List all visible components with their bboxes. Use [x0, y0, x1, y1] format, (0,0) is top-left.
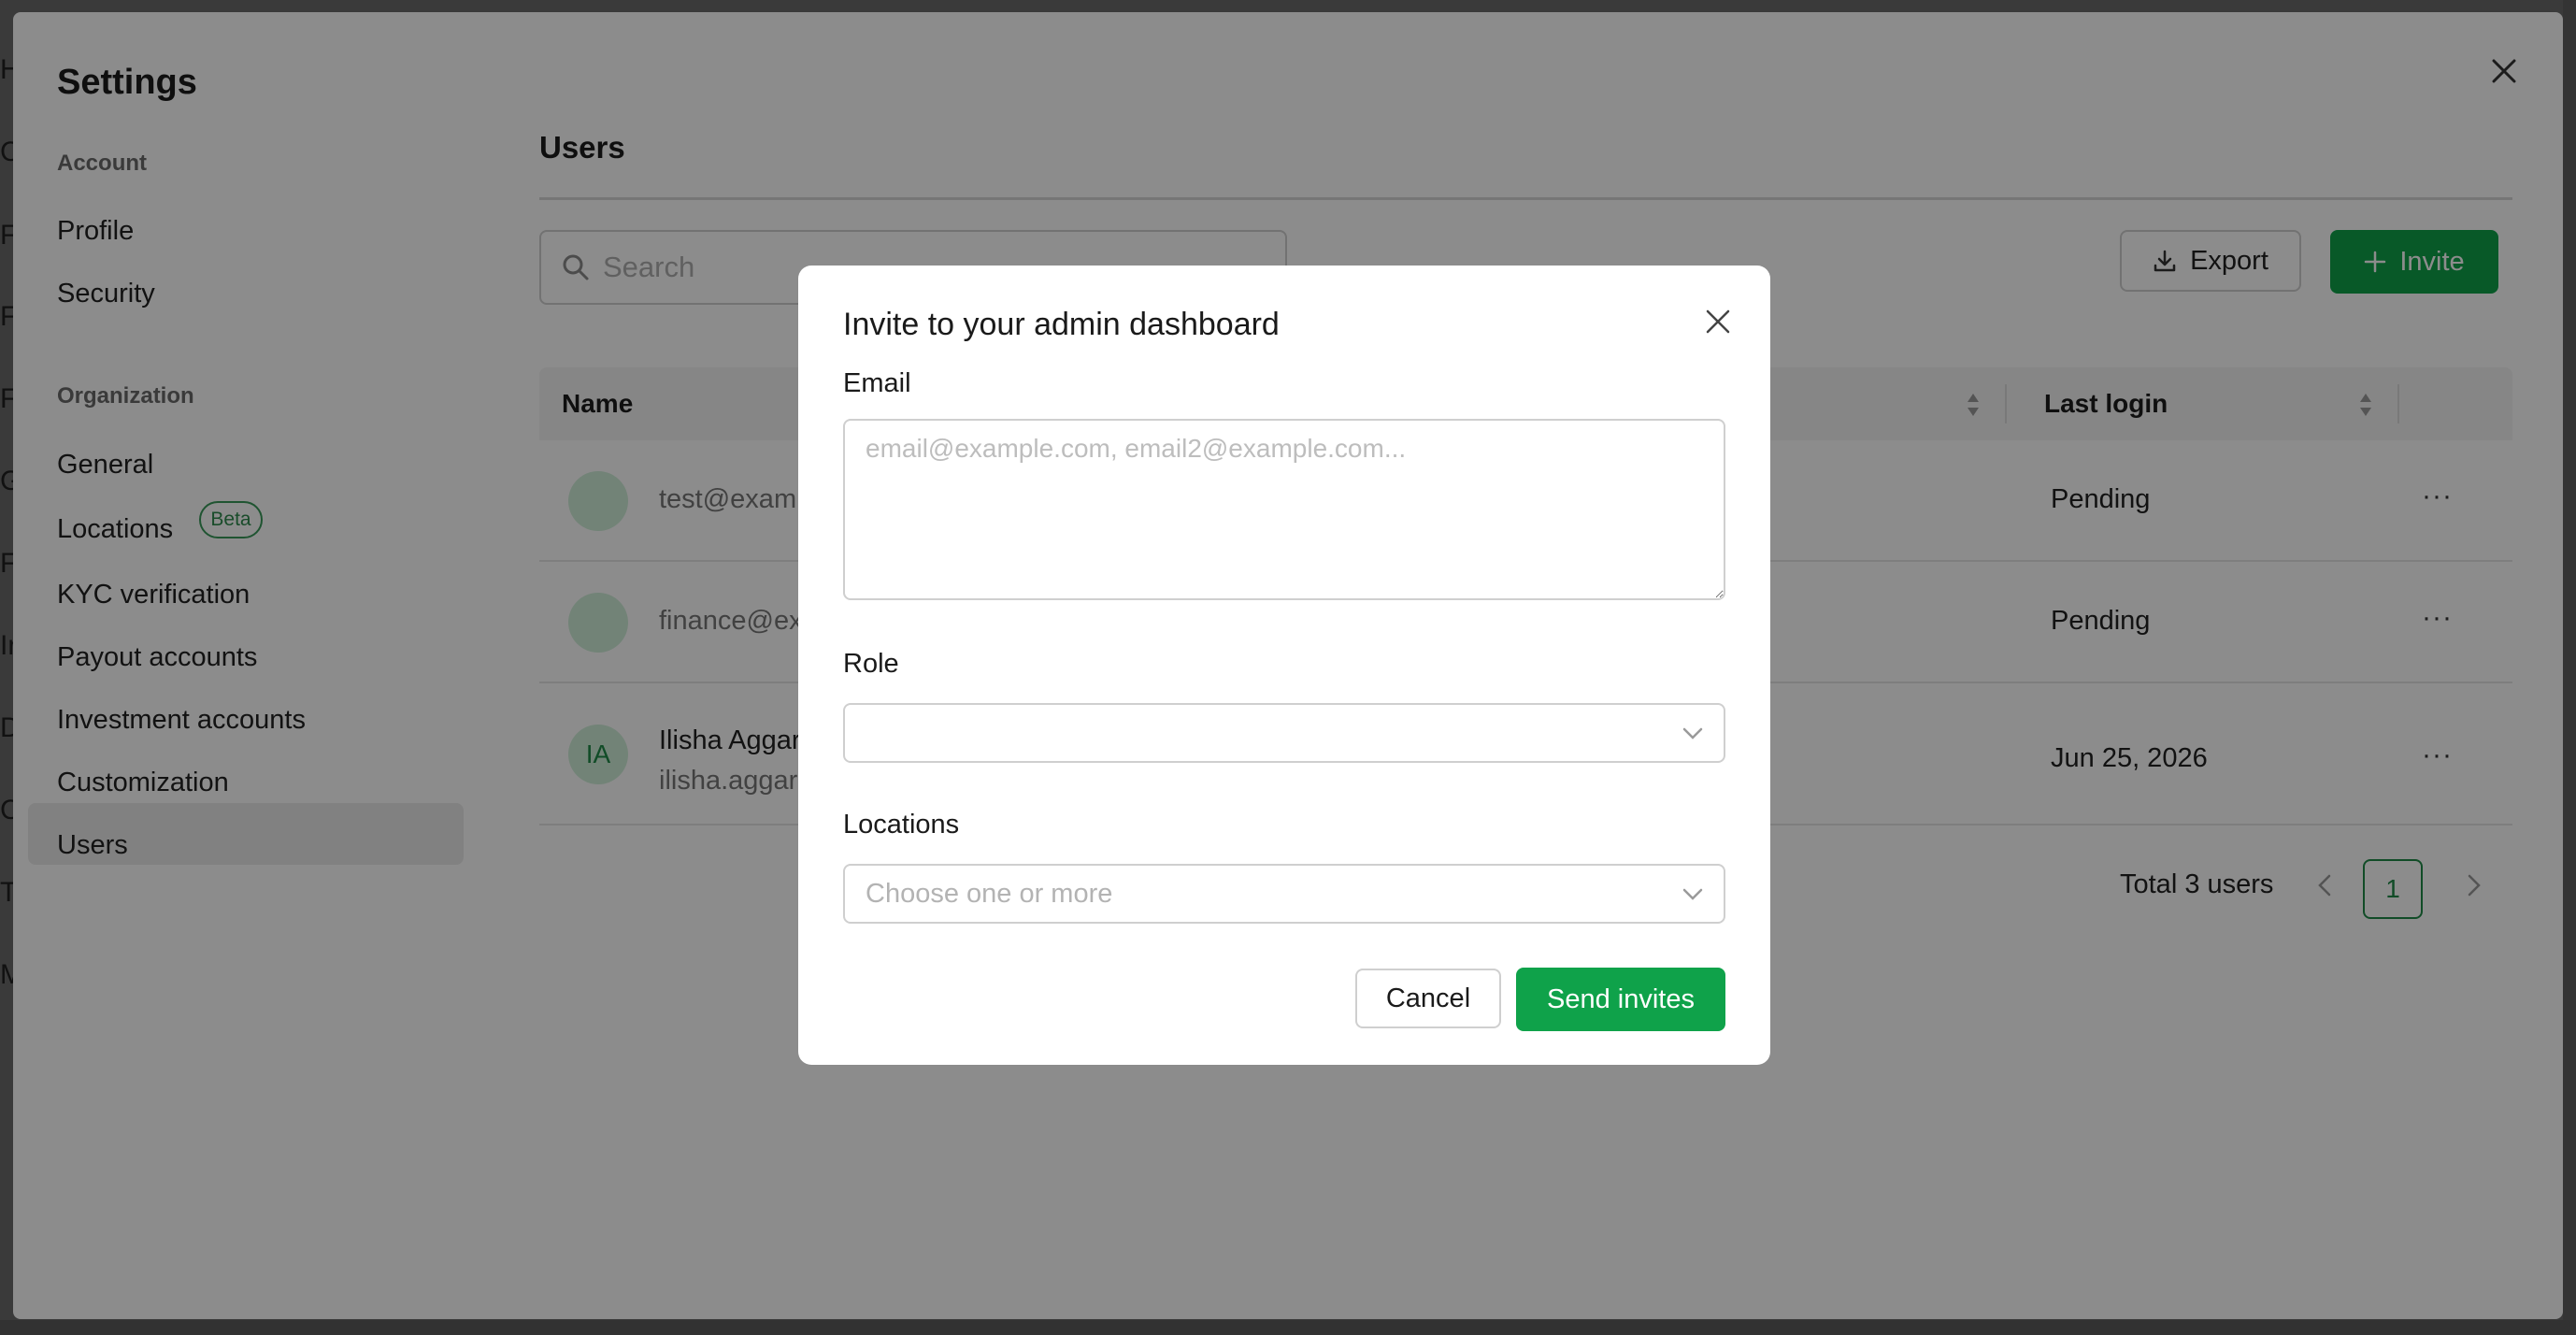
cancel-button[interactable]: Cancel	[1355, 969, 1501, 1028]
invite-modal: Invite to your admin dashboard Email Rol…	[798, 266, 1770, 1065]
modal-close-button[interactable]	[1697, 301, 1739, 342]
email-label: Email	[843, 368, 911, 398]
locations-label: Locations	[843, 810, 960, 840]
role-select[interactable]	[843, 703, 1725, 763]
locations-select[interactable]: Choose one or more	[843, 864, 1725, 924]
locations-placeholder: Choose one or more	[866, 878, 1113, 909]
role-label: Role	[843, 649, 899, 679]
chevron-down-icon	[1682, 888, 1703, 900]
send-invites-button[interactable]: Send invites	[1516, 968, 1725, 1031]
chevron-down-icon	[1682, 727, 1703, 739]
modal-title: Invite to your admin dashboard	[843, 307, 1280, 342]
close-icon	[1706, 309, 1730, 334]
email-field[interactable]	[843, 419, 1725, 600]
